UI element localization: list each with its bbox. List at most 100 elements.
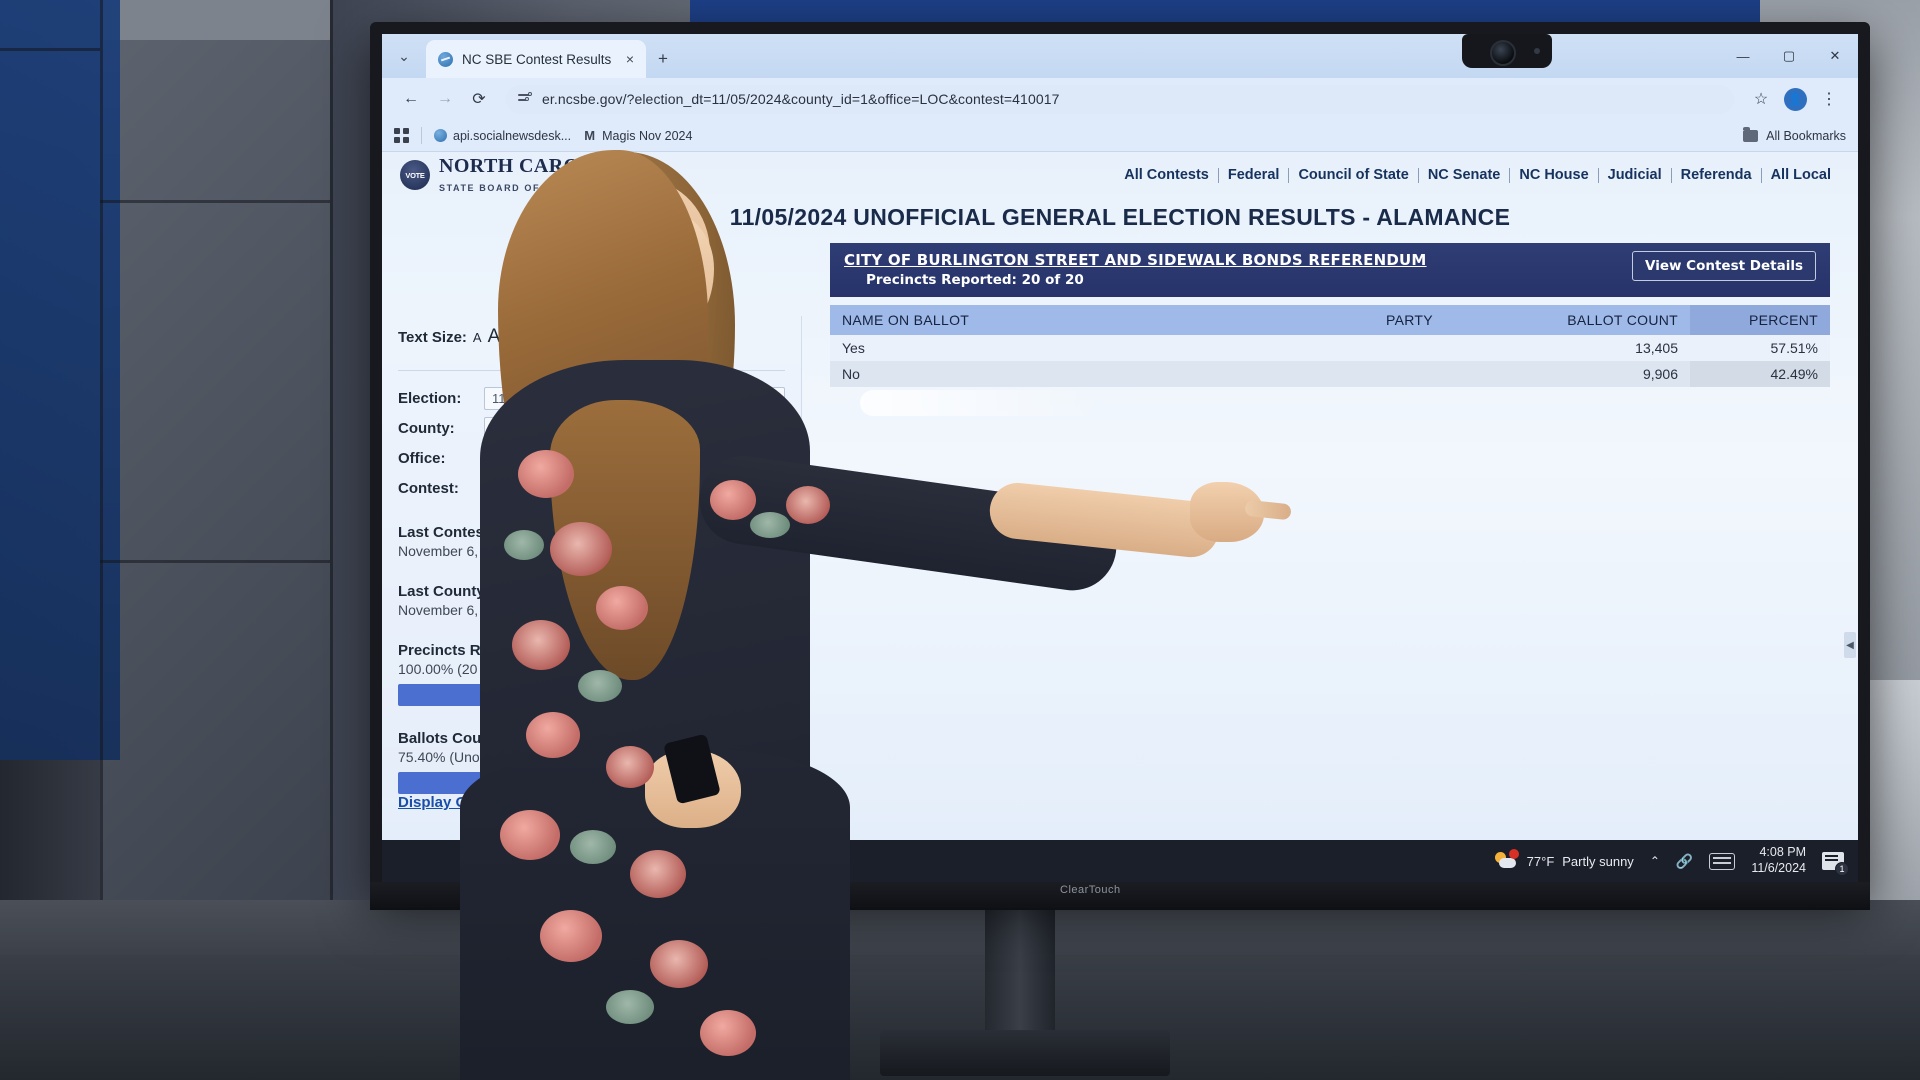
site-navigation: All Contests Federal Council of State NC… [1115,167,1840,183]
dress-pattern-flower [512,620,570,670]
cell-percent: 57.51% [1690,335,1830,361]
all-bookmarks-button[interactable]: All Bookmarks [1743,126,1846,143]
sidebar-collapse-handle[interactable]: ◀ [1844,632,1856,658]
back-icon[interactable]: ← [396,84,426,114]
clock-time: 4:08 PM [1759,845,1806,860]
maximize-button[interactable]: ▢ [1766,34,1812,78]
contest-results-panel: CITY OF BURLINGTON STREET AND SIDEWALK B… [830,243,1830,387]
dress-pattern-leaf [606,990,654,1024]
toolbar-right-icons: ☆ 👤 ⋮ [1746,84,1844,114]
dress-pattern-leaf [570,830,616,864]
dress-pattern-flower [606,746,654,788]
globe-icon [434,129,447,142]
nav-item-nc-senate[interactable]: NC Senate [1419,167,1510,183]
precincts-reported-label: Precincts Reported: 20 of 20 [866,272,1084,288]
tab-search-chevron-icon[interactable]: ⌄ [382,34,426,78]
dress-pattern-leaf [578,670,622,702]
browser-tabstrip: ⌄ NC SBE Contest Results × + — ▢ ✕ [382,34,1858,78]
close-window-button[interactable]: ✕ [1812,34,1858,78]
nav-item-judicial[interactable]: Judicial [1599,167,1671,183]
display-brand-label: ClearTouch [1060,884,1121,896]
nav-item-all-local[interactable]: All Local [1762,167,1840,183]
table-header-row: NAME ON BALLOT PARTY BALLOT COUNT PERCEN… [830,305,1830,335]
cell-party [1374,335,1470,361]
notification-count: 1 [1835,862,1849,876]
weather-condition: Partly sunny [1562,853,1634,869]
nav-item-federal[interactable]: Federal [1219,167,1289,183]
globe-icon [438,51,453,67]
bookmark-item-socialnewsdesk[interactable]: api.socialnewsdesk... [434,129,571,143]
contest-title[interactable]: CITY OF BURLINGTON STREET AND SIDEWALK B… [844,251,1427,269]
nav-item-nc-house[interactable]: NC House [1510,167,1597,183]
dress-pattern-flower [650,940,708,988]
notifications-icon[interactable]: 1 [1822,852,1849,876]
backdrop-panel-top-strip [100,0,330,40]
column-header-name-on-ballot[interactable]: NAME ON BALLOT [830,305,1374,335]
backdrop-seam-1 [100,0,103,900]
backdrop-seam-3 [100,200,330,203]
all-bookmarks-label: All Bookmarks [1766,128,1846,143]
m-letter-icon: M [584,128,596,143]
display-stand-column [985,910,1055,1040]
bookmarks-bar: api.socialnewsdesk... M Magis Nov 2024 A… [382,120,1858,152]
screen-glare [860,390,1100,416]
divider [421,127,422,144]
chrome-menu-icon[interactable]: ⋮ [1814,84,1844,114]
avatar: 👤 [1783,87,1807,111]
profile-avatar[interactable]: 👤 [1780,84,1810,114]
cell-percent: 42.49% [1690,361,1830,387]
column-header-percent[interactable]: PERCENT [1690,305,1830,335]
bookmark-item-magis[interactable]: M Magis Nov 2024 [583,128,693,143]
new-tab-button[interactable]: + [646,40,680,78]
weather-widget[interactable]: 77°F Partly sunny [1494,849,1634,871]
dress-pattern-flower [500,810,560,860]
address-bar[interactable]: er.ncsbe.gov/?election_dt=11/05/2024&cou… [506,84,1734,114]
address-bar-url: er.ncsbe.gov/?election_dt=11/05/2024&cou… [542,91,1060,107]
backdrop-seam-5 [0,48,100,51]
clock-date: 11/6/2024 [1751,861,1806,875]
bookmark-star-icon[interactable]: ☆ [1746,84,1776,114]
contest-header: CITY OF BURLINGTON STREET AND SIDEWALK B… [830,243,1830,297]
folder-icon [1743,126,1759,142]
backdrop-gray-panel [100,0,330,900]
taskbar-clock[interactable]: 4:08 PM 11/6/2024 [1751,845,1806,876]
browser-tab[interactable]: NC SBE Contest Results × [426,40,646,78]
close-icon[interactable]: × [626,51,634,67]
view-contest-details-button[interactable]: View Contest Details [1632,251,1816,281]
backdrop-seam-2 [330,0,333,900]
nav-item-referenda[interactable]: Referenda [1672,167,1761,183]
reload-icon[interactable]: ⟳ [464,84,494,114]
cell-party [1374,361,1470,387]
backdrop-seam-4 [100,560,330,563]
contest-results-table: NAME ON BALLOT PARTY BALLOT COUNT PERCEN… [830,305,1830,387]
cell-ballot-count: 9,906 [1470,361,1690,387]
studio-scene: ⌄ NC SBE Contest Results × + — ▢ ✕ ← → ⟳… [0,0,1920,1080]
site-settings-icon[interactable] [518,92,533,106]
cell-ballot-count: 13,405 [1470,335,1690,361]
network-icon[interactable]: 🔗 [1676,853,1693,870]
dress-pattern-leaf [750,512,790,538]
weather-temp: 77°F [1526,853,1555,869]
dress-pattern-flower [518,450,574,498]
table-row: Yes 13,405 57.51% [830,335,1830,361]
dress-pattern-flower [786,486,830,524]
bookmark-label: api.socialnewsdesk... [453,128,572,143]
minimize-button[interactable]: — [1720,34,1766,78]
dress-pattern-flower [630,850,686,898]
cell-name: No [830,361,1374,387]
window-controls: — ▢ ✕ [1720,34,1858,78]
show-hidden-icons-chevron-icon[interactable]: ⌃ [1650,854,1660,868]
forward-icon[interactable]: → [430,84,460,114]
keyboard-icon[interactable] [1709,852,1736,870]
nav-item-all-contests[interactable]: All Contests [1115,167,1218,183]
column-header-ballot-count[interactable]: BALLOT COUNT [1470,305,1690,335]
nav-item-council-of-state[interactable]: Council of State [1289,167,1417,183]
column-header-party[interactable]: PARTY [1374,305,1470,335]
browser-toolbar: ← → ⟳ er.ncsbe.gov/?election_dt=11/05/20… [382,78,1858,120]
presenter-person [400,150,1292,1080]
dress-pattern-flower [550,522,612,576]
bookmark-label: Magis Nov 2024 [602,128,693,143]
apps-grid-icon[interactable] [394,128,409,143]
dress-pattern-flower [540,910,602,962]
cell-name: Yes [830,335,1374,361]
